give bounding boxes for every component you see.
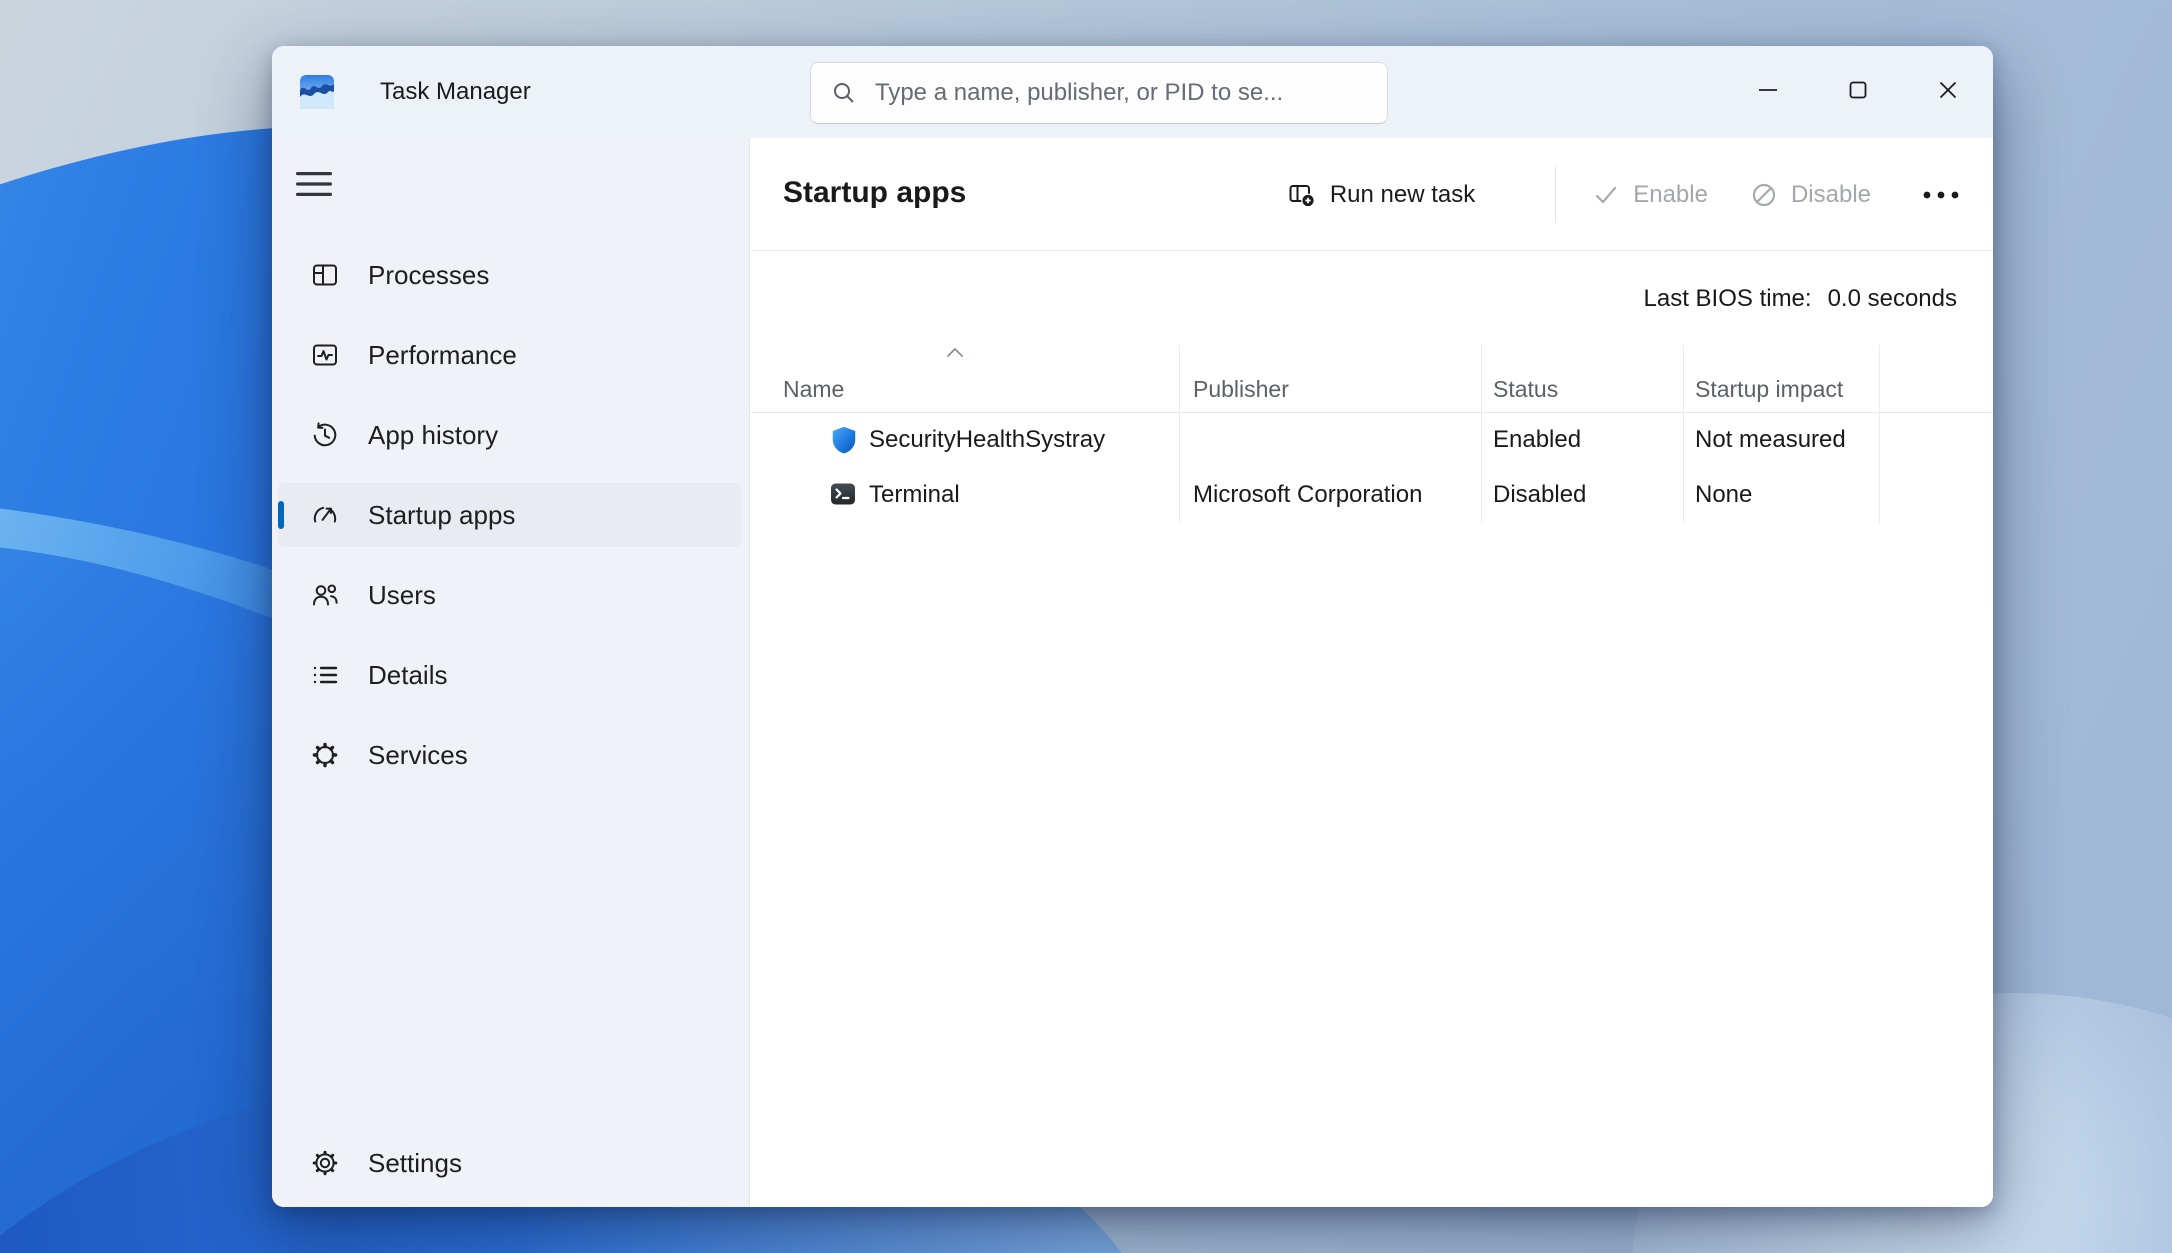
task-manager-app-icon [300, 75, 334, 109]
search-box[interactable] [810, 62, 1388, 124]
desktop: Task Manager [0, 0, 2172, 1253]
users-icon [310, 580, 340, 610]
row-name: SecurityHealthSystray [869, 426, 1105, 454]
details-icon [310, 660, 340, 690]
sidebar-item-label: Details [368, 660, 447, 691]
services-icon [310, 740, 340, 770]
selected-indicator [278, 501, 284, 529]
main-content: Startup apps Run new task [751, 138, 1993, 1207]
security-shield-icon [829, 425, 859, 455]
processes-icon [310, 260, 340, 290]
row-startup-impact: Not measured [1695, 426, 1846, 454]
app-history-icon [310, 420, 340, 450]
column-header-startup-impact[interactable]: Startup impact [1695, 376, 1843, 403]
sidebar-item-label: Users [368, 580, 436, 611]
table-row[interactable]: Terminal Microsoft Corporation Disabled … [751, 467, 1993, 522]
task-manager-window: Task Manager [272, 46, 1993, 1207]
minimize-button[interactable] [1723, 46, 1813, 134]
sidebar-item-startup-apps[interactable]: Startup apps [278, 483, 741, 547]
performance-icon [310, 340, 340, 370]
search-icon [831, 80, 857, 106]
column-header-status[interactable]: Status [1493, 376, 1558, 403]
sidebar-item-details[interactable]: Details [278, 643, 741, 707]
sidebar-item-settings[interactable]: Settings [278, 1131, 741, 1195]
window-title: Task Manager [380, 46, 531, 138]
search-input[interactable] [857, 79, 1387, 107]
startup-apps-icon [310, 500, 340, 530]
row-name: Terminal [869, 481, 960, 509]
sidebar-item-label: Performance [368, 340, 517, 371]
sidebar-nav-list: Processes Performance [278, 243, 741, 803]
row-status: Disabled [1493, 481, 1586, 509]
sidebar-item-performance[interactable]: Performance [278, 323, 741, 387]
sidebar-item-label: Processes [368, 260, 489, 291]
titlebar[interactable]: Task Manager [272, 46, 1993, 138]
sidebar-item-processes[interactable]: Processes [278, 243, 741, 307]
startup-apps-table: Name Publisher Status Startup impact [751, 138, 1993, 1207]
sidebar-item-app-history[interactable]: App history [278, 403, 741, 467]
sidebar-item-label: Startup apps [368, 500, 515, 531]
caption-buttons [1723, 46, 1993, 138]
row-startup-impact: None [1695, 481, 1752, 509]
maximize-button[interactable] [1813, 46, 1903, 134]
sidebar-item-label: Settings [368, 1148, 462, 1179]
close-button[interactable] [1903, 46, 1993, 134]
column-header-name[interactable]: Name [783, 376, 844, 403]
table-row[interactable]: SecurityHealthSystray Enabled Not measur… [751, 412, 1993, 467]
navigation-menu-button[interactable] [288, 160, 340, 208]
sidebar-item-label: App history [368, 420, 498, 451]
row-publisher: Microsoft Corporation [1193, 481, 1422, 509]
hamburger-icon [296, 170, 332, 198]
sidebar: Processes Performance [272, 138, 750, 1207]
row-status: Enabled [1493, 426, 1581, 454]
sidebar-item-users[interactable]: Users [278, 563, 741, 627]
column-header-publisher[interactable]: Publisher [1193, 376, 1289, 403]
terminal-icon [829, 480, 859, 510]
sort-ascending-icon [943, 346, 967, 359]
gear-icon [310, 1148, 340, 1178]
sidebar-item-label: Services [368, 740, 468, 771]
sidebar-item-services[interactable]: Services [278, 723, 741, 787]
